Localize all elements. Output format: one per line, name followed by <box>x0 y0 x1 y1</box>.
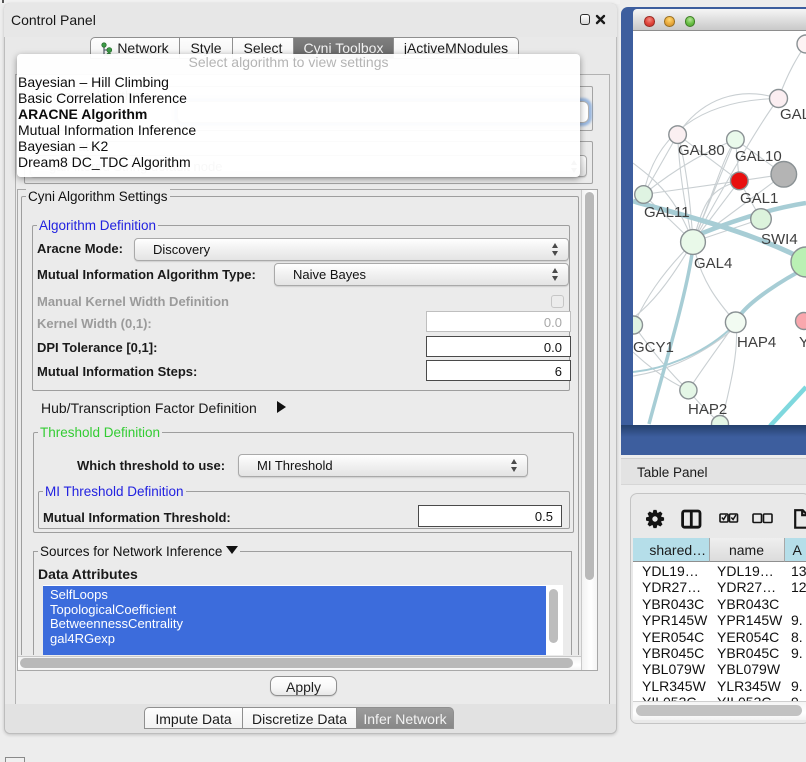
svg-text:GAL11: GAL11 <box>644 204 690 221</box>
svg-text:GAL4: GAL4 <box>694 255 732 272</box>
svg-text:GAL2: GAL2 <box>780 106 806 123</box>
svg-text:Y: Y <box>799 334 806 351</box>
svg-text:GAL10: GAL10 <box>735 148 782 165</box>
svg-text:HAP4: HAP4 <box>737 334 776 351</box>
svg-text:GAL1: GAL1 <box>740 190 778 207</box>
svg-text:SWI4: SWI4 <box>761 231 798 248</box>
svg-text:GCY1: GCY1 <box>633 339 674 356</box>
svg-text:GAL80: GAL80 <box>678 142 725 159</box>
svg-text:HAP2: HAP2 <box>688 401 727 418</box>
